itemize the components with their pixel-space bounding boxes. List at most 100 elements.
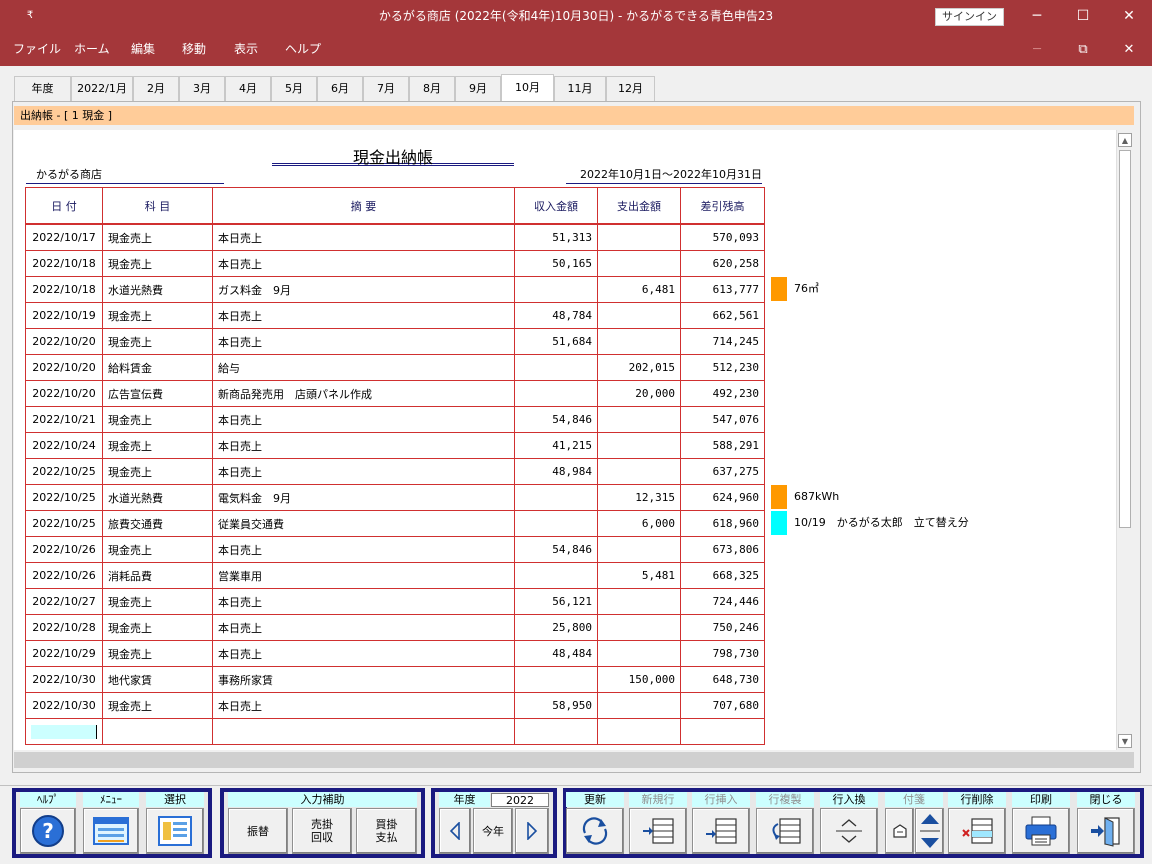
cell-description[interactable]: 給与 <box>212 354 515 381</box>
cell-balance[interactable]: 707,680 <box>680 692 765 719</box>
cell-account[interactable]: 現金売上 <box>102 640 213 667</box>
cell-description[interactable]: 本日売上 <box>212 614 515 641</box>
cell-expense[interactable] <box>597 692 681 719</box>
cell-date[interactable]: 2022/10/19 <box>25 302 103 329</box>
cell-balance[interactable]: 613,777 <box>680 276 765 303</box>
mdi-close-button[interactable]: ✕ <box>1106 33 1152 66</box>
cell-account[interactable]: 現金売上 <box>102 536 213 563</box>
copy-row-button[interactable] <box>756 808 814 854</box>
header-date[interactable]: 日 付 <box>25 187 103 224</box>
cell-expense[interactable] <box>597 302 681 329</box>
cell-date[interactable]: 2022/10/30 <box>25 666 103 693</box>
cell-account[interactable]: 地代家賃 <box>102 666 213 693</box>
cell-income[interactable] <box>514 666 598 693</box>
cell-description[interactable]: 本日売上 <box>212 432 515 459</box>
mdi-minimize-button[interactable]: ─ <box>1014 33 1060 66</box>
cell-description[interactable]: 従業員交通費 <box>212 510 515 537</box>
cell-balance[interactable]: 588,291 <box>680 432 765 459</box>
cell-balance[interactable]: 570,093 <box>680 224 765 251</box>
tab-10[interactable]: 10月 <box>501 74 554 101</box>
next-year-button[interactable] <box>515 808 549 854</box>
tab-04[interactable]: 4月 <box>225 76 271 101</box>
header-income[interactable]: 収入金額 <box>514 187 598 224</box>
cell-income[interactable] <box>514 276 598 303</box>
vertical-scrollbar[interactable]: ▲ ▼ <box>1116 130 1133 750</box>
mdi-restore-button[interactable]: ⧉ <box>1060 33 1106 66</box>
cell-date[interactable]: 2022/10/27 <box>25 588 103 615</box>
maximize-button[interactable]: ☐ <box>1060 0 1106 33</box>
cell-date[interactable]: 2022/10/25 <box>25 510 103 537</box>
cell-expense[interactable]: 12,315 <box>597 484 681 511</box>
cell-description[interactable]: 事務所家賃 <box>212 666 515 693</box>
cell-account[interactable]: 広告宣伝費 <box>102 380 213 407</box>
cell-balance[interactable]: 637,275 <box>680 458 765 485</box>
header-account[interactable]: 科 目 <box>102 187 213 224</box>
table-row[interactable]: 2022/10/20 給料賃金 給与 202,015 512,230 <box>25 354 765 381</box>
ar-collect-button[interactable]: 売掛 回収 <box>292 808 352 854</box>
cell-account[interactable]: 現金売上 <box>102 614 213 641</box>
table-row[interactable]: 2022/10/19 現金売上 本日売上 48,784 662,561 <box>25 302 765 329</box>
sticky-up-down-button[interactable] <box>915 808 944 854</box>
cell-description[interactable]: 本日売上 <box>212 588 515 615</box>
cell-account[interactable]: 現金売上 <box>102 588 213 615</box>
cell-description[interactable]: 本日売上 <box>212 328 515 355</box>
minimize-button[interactable]: ─ <box>1014 0 1060 33</box>
cell-date[interactable]: 2022/10/30 <box>25 692 103 719</box>
cell-account[interactable]: 水道光熱費 <box>102 276 213 303</box>
cell-account[interactable]: 現金売上 <box>102 692 213 719</box>
new-row-button[interactable] <box>629 808 687 854</box>
table-row[interactable]: 2022/10/30 地代家賃 事務所家賃 150,000 648,730 <box>25 666 765 693</box>
delete-row-button[interactable] <box>948 808 1006 854</box>
cell-date[interactable]: 2022/10/20 <box>25 354 103 381</box>
cell-balance[interactable]: 714,245 <box>680 328 765 355</box>
cell-date[interactable]: 2022/10/18 <box>25 250 103 277</box>
table-row[interactable]: 2022/10/24 現金売上 本日売上 41,215 588,291 <box>25 432 765 459</box>
cell-description[interactable]: 電気料金 9月 <box>212 484 515 511</box>
cell-income[interactable] <box>514 562 598 589</box>
tab-09[interactable]: 9月 <box>455 76 501 101</box>
header-balance[interactable]: 差引残高 <box>680 187 765 224</box>
cell-date[interactable]: 2022/10/24 <box>25 432 103 459</box>
date-input[interactable] <box>31 724 97 739</box>
cell-income[interactable]: 25,800 <box>514 614 598 641</box>
menu-home[interactable]: ホーム <box>74 33 110 66</box>
table-row[interactable]: 2022/10/18 現金売上 本日売上 50,165 620,258 <box>25 250 765 277</box>
cell-income[interactable]: 48,484 <box>514 640 598 667</box>
cell-expense[interactable] <box>597 588 681 615</box>
cell-date[interactable]: 2022/10/25 <box>25 484 103 511</box>
cell-description[interactable]: 本日売上 <box>212 692 515 719</box>
menu-help[interactable]: ヘルプ <box>285 33 321 66</box>
print-button[interactable] <box>1012 808 1070 854</box>
table-row[interactable]: 2022/10/20 現金売上 本日売上 51,684 714,245 <box>25 328 765 355</box>
cell-account[interactable]: 現金売上 <box>102 432 213 459</box>
scroll-thumb[interactable] <box>1119 150 1131 528</box>
cell-income[interactable]: 54,846 <box>514 536 598 563</box>
tab-03[interactable]: 3月 <box>179 76 225 101</box>
cell-account[interactable]: 現金売上 <box>102 406 213 433</box>
tab-2022-01[interactable]: 2022/1月 <box>71 76 133 101</box>
cell-income[interactable]: 41,215 <box>514 432 598 459</box>
scroll-up-icon[interactable]: ▲ <box>1118 133 1132 147</box>
cell-account[interactable]: 現金売上 <box>102 250 213 277</box>
cell-date[interactable]: 2022/10/20 <box>25 380 103 407</box>
cell-date[interactable]: 2022/10/29 <box>25 640 103 667</box>
year-field[interactable]: 2022 <box>491 793 549 807</box>
tab-02[interactable]: 2月 <box>133 76 179 101</box>
new-cell-expense[interactable] <box>597 718 681 745</box>
cell-income[interactable]: 56,121 <box>514 588 598 615</box>
table-row[interactable]: 2022/10/26 現金売上 本日売上 54,846 673,806 <box>25 536 765 563</box>
menu-button[interactable] <box>83 808 139 854</box>
cell-expense[interactable]: 5,481 <box>597 562 681 589</box>
new-cell-income[interactable] <box>514 718 598 745</box>
cell-expense[interactable]: 6,481 <box>597 276 681 303</box>
cell-date[interactable]: 2022/10/17 <box>25 224 103 251</box>
cell-expense[interactable]: 150,000 <box>597 666 681 693</box>
cell-balance[interactable]: 673,806 <box>680 536 765 563</box>
cell-balance[interactable]: 512,230 <box>680 354 765 381</box>
cell-account[interactable]: 現金売上 <box>102 224 213 251</box>
cell-description[interactable]: 本日売上 <box>212 302 515 329</box>
cell-account[interactable]: 消耗品費 <box>102 562 213 589</box>
help-button[interactable]: ? <box>20 808 76 854</box>
menu-file[interactable]: ファイル <box>13 33 61 66</box>
tab-07[interactable]: 7月 <box>363 76 409 101</box>
